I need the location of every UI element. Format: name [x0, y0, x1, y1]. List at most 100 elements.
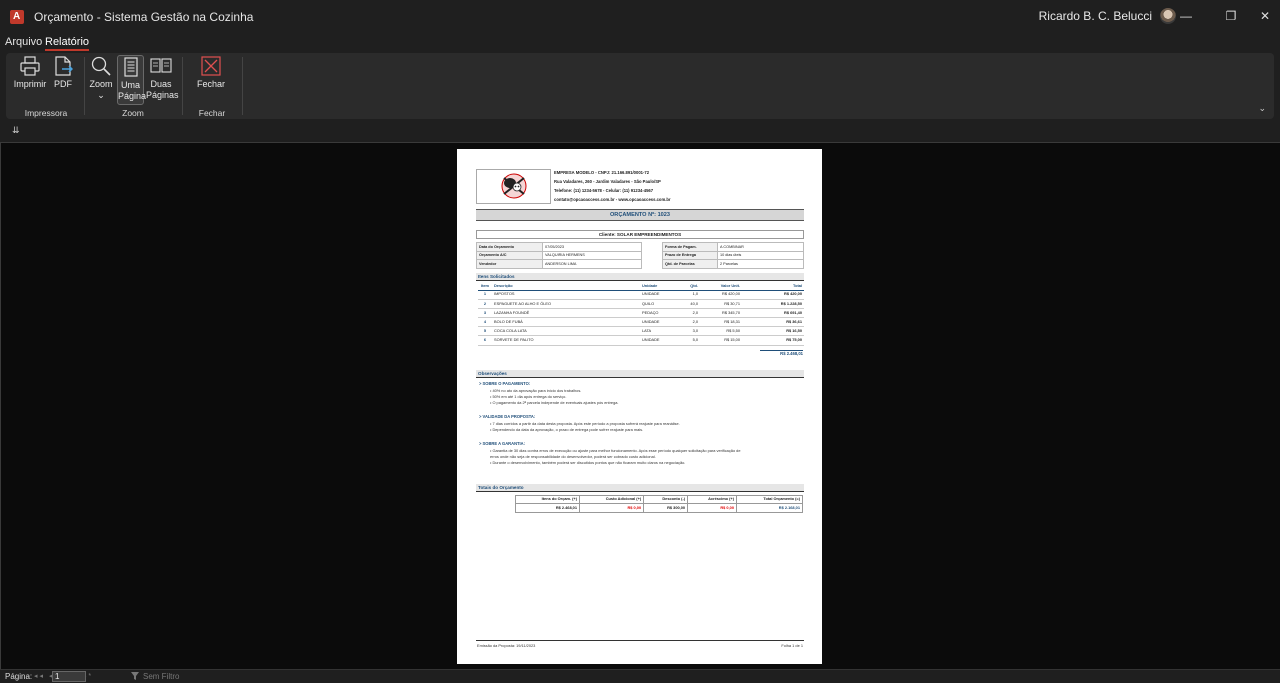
- items-grand-total: R$ 2.468,01: [760, 350, 803, 357]
- ribbon: Imprimir PDF Zoom ⌄ Uma Página Duas Pági…: [6, 53, 1274, 128]
- totals-header: Custo Adicional (+): [579, 495, 645, 504]
- table-cell: R$ 16,50: [742, 326, 804, 337]
- table-cell: 2,0: [684, 317, 700, 328]
- customize-toolbar-icon[interactable]: ⇊: [12, 125, 20, 136]
- zoom-button[interactable]: Zoom ⌄: [88, 55, 114, 101]
- avatar[interactable]: [1160, 8, 1176, 24]
- page-label: Página:: [5, 672, 33, 681]
- table-cell: IMPOSTOS: [492, 290, 640, 300]
- quick-access-toolbar: ⇊: [0, 120, 1280, 142]
- report-page: EMPRESA MODELO - CNPJ: 21.166.891/0001-7…: [457, 149, 822, 664]
- totals-header: Total Orçamento (=): [736, 495, 803, 504]
- table-cell: R$ 36,61: [742, 317, 804, 328]
- totals-header: Desconto (-): [643, 495, 689, 504]
- observation-line: • 50% em até 1 dia após entrega do servi…: [490, 393, 567, 399]
- printer-icon: [20, 56, 40, 76]
- table-cell: 1: [478, 290, 492, 300]
- company-logo: [476, 169, 551, 204]
- table-cell: R$ 15,00: [700, 335, 742, 346]
- table-cell: R$ 420,00: [742, 290, 804, 300]
- group-separator: [242, 57, 243, 115]
- items-table: Item Descrição Unidade Qtd. Valor Unit. …: [478, 283, 804, 346]
- minimize-button[interactable]: —: [1176, 7, 1196, 25]
- menu-bar: Arquivo Relatório: [0, 34, 1280, 52]
- items-section-title: Itens Solicitados: [476, 273, 804, 281]
- table-row: 6 SORVETE DE PALITO UNIDADE 5,0 R$ 15,00 R$ 7…: [478, 335, 804, 346]
- table-cell: ESPAGUETE AO ALHO E ÓLEO: [492, 299, 640, 309]
- totals-value: R$ 300,00: [643, 503, 689, 513]
- menu-arquivo[interactable]: Arquivo: [5, 36, 42, 48]
- table-row: 1 IMPOSTOS UNIDADE 1,0 R$ 420,00 R$ 420,00: [478, 290, 804, 300]
- collapse-ribbon-icon[interactable]: ⌄: [1258, 103, 1266, 114]
- user-account[interactable]: Ricardo B. C. Belucci: [1039, 8, 1176, 24]
- client-name: Cliente: SOLAR EMPREENDIMENTOS: [476, 230, 804, 239]
- group-label-zoom: Zoom: [122, 108, 144, 118]
- company-line-4: contato@opcaoaccess.com.br - www.opcaoac…: [554, 197, 671, 202]
- close-button[interactable]: ✕: [1255, 7, 1275, 25]
- info-table-right: Forma de Pagam. A COMBINAR Prazo de Entre…: [662, 242, 804, 269]
- table-cell: R$ 691,40: [742, 308, 804, 319]
- observation-line: • 7 dias corridos a partir da data desta…: [490, 420, 680, 426]
- observation-heading: > SOBRE A GARANTIA:: [479, 441, 525, 446]
- table-cell: R$ 5,50: [700, 326, 742, 337]
- table-cell: SORVETE DE PALITO: [492, 335, 640, 346]
- table-cell: 3,0: [684, 326, 700, 337]
- window-title: Orçamento - Sistema Gestão na Cozinha: [34, 10, 254, 24]
- close-preview-icon: [201, 56, 221, 76]
- budget-title: ORÇAMENTO Nº: 1023: [476, 209, 804, 221]
- totals-value: R$ 0,00: [579, 503, 645, 513]
- magnifier-icon: [91, 56, 111, 76]
- observation-heading: > VALIDADE DA PROPOSTA:: [479, 414, 536, 420]
- totals-table: Itens do Orçam. (+) Custo Adicional (+) De…: [514, 495, 803, 513]
- chevron-down-icon: ⌄: [97, 90, 105, 100]
- filter-status[interactable]: Sem Filtro: [143, 672, 179, 681]
- table-cell: PEDAÇO: [640, 308, 684, 319]
- uma-pagina-button[interactable]: Uma Página: [117, 55, 146, 105]
- info-table-left: Data do Orçamento 07/05/2023 Orçamento A/…: [476, 242, 642, 269]
- imprimir-button[interactable]: Imprimir: [12, 55, 48, 90]
- totals-header: Acréscimo (+): [687, 495, 737, 504]
- table-cell: LAZANHA FOUNDÊ: [492, 308, 640, 319]
- totals-value: R$ 0,00: [687, 503, 737, 513]
- observation-line: • Garantia de 30 dias contra erros de ex…: [490, 447, 741, 453]
- table-cell: 40,0: [684, 299, 700, 309]
- footer-issue-date: Emissão da Proposta: 19/11/2023: [477, 643, 536, 648]
- menu-relatorio[interactable]: Relatório: [45, 36, 90, 51]
- observation-line: • O pagamento da 2ª parcela independe de…: [490, 399, 619, 405]
- two-pages-icon: [150, 58, 172, 73]
- group-separator: [182, 57, 183, 115]
- duas-paginas-button[interactable]: Duas Páginas: [146, 55, 179, 101]
- totals-header: Itens do Orçam. (+): [514, 495, 581, 504]
- pdf-button[interactable]: PDF: [50, 55, 76, 90]
- table-cell: 6: [478, 335, 492, 346]
- restore-button[interactable]: ❐: [1221, 7, 1241, 25]
- table-cell: 2,0: [684, 308, 700, 319]
- company-line-3: Telefone: (11) 1234-5678 - Celular: (11)…: [554, 188, 654, 193]
- table-row: 2 ESPAGUETE AO ALHO E ÓLEO QUILO 40,0 R$ 30,…: [478, 299, 804, 309]
- table-cell: 5: [478, 326, 492, 337]
- title-bar: A Orçamento - Sistema Gestão na Cozinha …: [0, 0, 1280, 34]
- table-row: 5 COCA COLA LATA LATA 3,0 R$ 5,50 R$ 16,50: [478, 326, 804, 337]
- group-label-impressora: Impressora: [24, 108, 68, 118]
- pdf-export-icon: [55, 56, 73, 76]
- table-row: 4 BOLO DE FUBÁ UNIDADE 2,0 R$ 18,31 R$ 36,61: [478, 317, 804, 328]
- table-cell: R$ 75,00: [742, 335, 804, 346]
- table-cell: UNIDADE: [640, 335, 684, 346]
- page-number-input[interactable]: 1: [52, 671, 86, 682]
- table-cell: 3: [478, 308, 492, 319]
- totals-section-title: Totais do Orçamento: [476, 484, 804, 492]
- company-line-1: EMPRESA MODELO - CNPJ: 21.166.891/0001-7…: [554, 170, 650, 175]
- fechar-button[interactable]: Fechar: [194, 55, 228, 90]
- record-navigation-bar: Página: ◂◂ ◂ ▸ ▸▸ ▸* 1 Sem Filtro: [0, 669, 1280, 683]
- table-cell: 4: [478, 317, 492, 328]
- observations-title: Observações: [476, 370, 804, 378]
- user-name: Ricardo B. C. Belucci: [1038, 9, 1152, 23]
- table-row: 3 LAZANHA FOUNDÊ PEDAÇO 2,0 R$ 345,70 R$ 691,…: [478, 308, 804, 319]
- totals-value: R$ 2.168,01: [736, 503, 803, 513]
- table-cell: 1,0: [684, 290, 700, 300]
- table-cell: R$ 345,70: [700, 308, 742, 319]
- footer-page-count: Folha 1 de 1: [781, 643, 803, 648]
- table-cell: R$ 18,31: [700, 317, 742, 328]
- table-cell: 5,0: [684, 335, 700, 346]
- single-page-icon: [123, 57, 138, 77]
